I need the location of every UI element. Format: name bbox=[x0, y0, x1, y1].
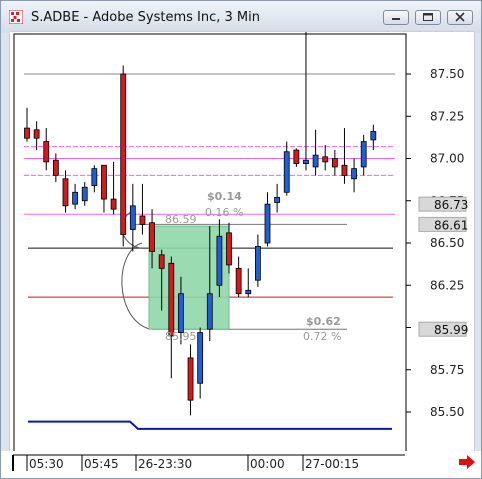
candle-body[interactable] bbox=[216, 235, 223, 286]
candle-body[interactable] bbox=[322, 156, 329, 163]
app-icon bbox=[9, 10, 23, 24]
price-tag-label: 86.61 bbox=[434, 218, 468, 232]
candle-body[interactable] bbox=[235, 267, 242, 295]
candle-body[interactable] bbox=[101, 164, 107, 200]
candle-body[interactable] bbox=[33, 129, 40, 139]
candle-body[interactable] bbox=[43, 141, 50, 163]
candle-body[interactable] bbox=[283, 151, 290, 193]
maximize-button[interactable] bbox=[415, 10, 441, 25]
candle-body[interactable] bbox=[370, 131, 377, 141]
y-tick-label: 85.75 bbox=[430, 363, 464, 377]
y-tick-label: 85.50 bbox=[430, 405, 464, 419]
candle-body[interactable] bbox=[360, 141, 367, 168]
y-tick-label: 87.25 bbox=[430, 109, 464, 123]
price-tag-label: 85.99 bbox=[434, 323, 468, 337]
window-title: S.ADBE - Adobe Systems Inc, 3 Min bbox=[31, 10, 260, 25]
measure-change-up-pct: 0.16 % bbox=[205, 206, 243, 219]
x-tick-label: 27-00:15 bbox=[305, 457, 359, 471]
candle-body[interactable] bbox=[187, 357, 194, 401]
candle-body[interactable] bbox=[81, 186, 88, 202]
maximize-icon bbox=[423, 13, 433, 21]
chart-area[interactable]: 86.59 85.95 $0.14 0.16 % $0.62 0.72 % 87.50 87.… bbox=[9, 31, 475, 457]
minimize-icon bbox=[392, 18, 400, 20]
candle-body[interactable] bbox=[206, 293, 213, 330]
candle-body[interactable] bbox=[168, 262, 175, 337]
candle-body[interactable] bbox=[293, 149, 300, 164]
candle-body[interactable] bbox=[24, 127, 30, 139]
candle-body[interactable] bbox=[226, 232, 232, 266]
chart-window: S.ADBE - Adobe Systems Inc, 3 Min 86.59 8… bbox=[0, 0, 482, 479]
measure-change-down: $0.62 bbox=[306, 315, 341, 328]
candle-body[interactable] bbox=[264, 203, 271, 244]
price-tag-label: 86.73 bbox=[434, 198, 468, 212]
candle-body[interactable] bbox=[312, 154, 319, 168]
candle-body[interactable] bbox=[149, 222, 155, 252]
y-tick-label: 86.50 bbox=[430, 236, 464, 250]
candle-body[interactable] bbox=[178, 293, 184, 333]
candle-body[interactable] bbox=[158, 254, 165, 269]
navy-level-line bbox=[28, 420, 392, 430]
title-bar[interactable]: S.ADBE - Adobe Systems Inc, 3 Min bbox=[1, 1, 481, 33]
measure-change-down-pct: 0.72 % bbox=[303, 330, 341, 343]
candle-body[interactable] bbox=[245, 289, 252, 295]
measure-change-up: $0.14 bbox=[207, 190, 242, 203]
time-axis: 05:30 05:45 26-23:30 00:00 27-00:15 bbox=[12, 454, 475, 471]
candle-body[interactable] bbox=[139, 215, 146, 225]
candle-body[interactable] bbox=[62, 178, 69, 207]
y-tick-label: 86.25 bbox=[430, 278, 464, 292]
price-chart[interactable]: 86.59 85.95 $0.14 0.16 % $0.62 0.72 % 87.50 87.… bbox=[10, 32, 476, 458]
candle-body[interactable] bbox=[331, 158, 338, 168]
x-tick-label: 00:00 bbox=[250, 457, 285, 471]
close-button[interactable] bbox=[447, 10, 473, 25]
y-tick-label: 87.50 bbox=[430, 67, 464, 81]
candle-body[interactable] bbox=[52, 159, 59, 176]
minimize-button[interactable] bbox=[383, 10, 409, 25]
candle-body[interactable] bbox=[254, 245, 261, 281]
x-tick-label: 26-23:30 bbox=[138, 457, 192, 471]
x-tick-label: 05:45 bbox=[84, 457, 119, 471]
candle-body[interactable] bbox=[129, 205, 136, 230]
bracket-curve bbox=[121, 242, 151, 330]
candle-body[interactable] bbox=[303, 159, 309, 164]
y-tick-label: 87.00 bbox=[430, 152, 464, 166]
candle-body[interactable] bbox=[197, 332, 204, 384]
candle-body[interactable] bbox=[110, 198, 117, 210]
candle-body[interactable] bbox=[274, 196, 281, 203]
x-tick-label: 05:30 bbox=[29, 457, 64, 471]
candle-body[interactable] bbox=[351, 168, 357, 180]
measure-start-price: 86.59 bbox=[165, 213, 197, 226]
candle-body[interactable] bbox=[72, 191, 78, 205]
measure-end-price: 85.95 bbox=[165, 330, 197, 343]
close-icon bbox=[455, 12, 465, 22]
candle-body[interactable] bbox=[91, 168, 98, 186]
candle-body[interactable] bbox=[341, 164, 348, 176]
candle-body[interactable] bbox=[120, 73, 127, 235]
scroll-right-arrow-icon[interactable] bbox=[459, 455, 475, 469]
